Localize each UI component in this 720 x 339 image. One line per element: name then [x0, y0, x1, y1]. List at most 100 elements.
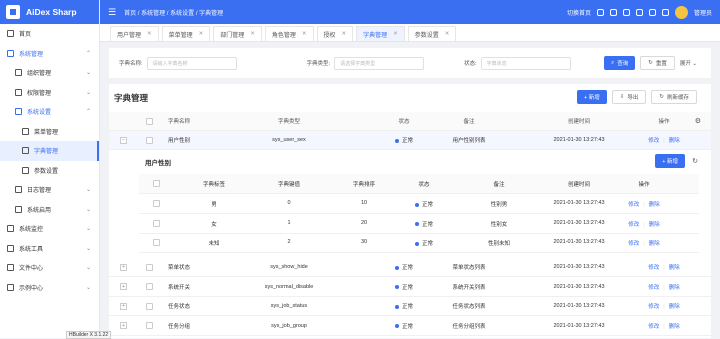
theme-icon[interactable] [635, 8, 643, 16]
table-row: 字典名称 字典类型 状态 备注 创建时间 操作 ⚙ [109, 112, 711, 131]
sidebar-item[interactable]: 系统管理 ⌃ [0, 44, 99, 64]
tool-icon [7, 244, 14, 252]
breadcrumb-item[interactable]: 系统管理 [141, 11, 165, 17]
expand-label: 展开 [679, 61, 691, 67]
close-icon[interactable]: ✕ [302, 31, 307, 37]
select-all-checkbox[interactable] [146, 117, 153, 125]
close-icon[interactable]: ✕ [445, 31, 450, 37]
sidebar-item-label: 日志管理 [27, 188, 52, 195]
logo-icon [6, 5, 20, 19]
sidebar-item[interactable]: 文件中心 ⌄ [0, 258, 99, 278]
delete-link[interactable]: 删除 [669, 138, 680, 144]
bell-icon[interactable] [648, 8, 656, 16]
remark: 性别男 [490, 202, 508, 208]
export-icon: ⇩ [619, 94, 625, 100]
close-icon[interactable]: ✕ [393, 31, 398, 37]
dict-card: 字典管理 + 新增 ⇩ 导出 ↻ 刷新缓存 字典名称 字典类型 状态 备注 创建时间 操作 ⚙ −… [109, 84, 711, 338]
row-checkbox[interactable] [153, 180, 160, 187]
sidebar-item[interactable]: 菜单管理 [0, 122, 99, 142]
monitor-icon [7, 225, 14, 233]
edit-link[interactable]: 修改 [628, 222, 639, 228]
expand-icon[interactable]: + [120, 322, 127, 329]
row-checkbox[interactable] [146, 136, 153, 144]
sidebar-item[interactable]: 系统设置 ⌃ [0, 102, 99, 122]
sidebar-item[interactable]: 日志管理 ⌄ [0, 180, 99, 200]
export-button[interactable]: ⇩ 导出 [611, 90, 647, 104]
edit-link[interactable]: 修改 [628, 241, 639, 247]
nested-add-button[interactable]: + 新增 [655, 154, 685, 168]
info-icon[interactable] [661, 8, 669, 16]
dict-name-input[interactable]: 请输入字典名称 [146, 56, 237, 70]
breadcrumb-item[interactable]: 系统设置 [170, 11, 194, 17]
delete-link[interactable]: 删除 [649, 241, 660, 247]
avatar[interactable] [674, 5, 688, 19]
sample-icon [7, 283, 14, 291]
export-label: 导出 [627, 95, 639, 101]
status-text: 正常 [421, 202, 433, 208]
close-icon[interactable]: ✕ [342, 31, 347, 37]
chevron-icon: ⌄ [85, 89, 91, 96]
close-icon[interactable]: ✕ [250, 31, 255, 37]
expand-icon[interactable]: + [120, 263, 127, 271]
column-header: 备注 [493, 182, 505, 188]
tab-item[interactable]: 用户管理 ✕ [110, 26, 159, 41]
delete-link[interactable]: 删除 [649, 202, 660, 208]
status-dot-icon [414, 202, 419, 207]
search-icon[interactable] [609, 8, 617, 16]
reset-label: 重置 [655, 61, 667, 67]
add-button[interactable]: + 新增 [577, 90, 607, 104]
nested-row: 未知 2 30 正常 性别未知 2021-01-30 13:27:43 修改 | 删除 [139, 233, 699, 253]
expand-toggle[interactable]: 展开 ⌄ [680, 59, 697, 67]
home-icon[interactable] [596, 8, 604, 16]
menu-toggle-icon[interactable]: ☰ [108, 7, 116, 18]
sidebar-item[interactable]: 系统工具 ⌄ [0, 239, 99, 259]
column-header: 字典名称 [167, 119, 190, 125]
breadcrumb: 首页 / 系统管理 / 系统设置 / 字典管理 [124, 10, 224, 17]
sidebar-item[interactable]: 参数设置 [0, 161, 99, 181]
dict-type-select[interactable]: 请选择字典类型 [334, 56, 425, 70]
sidebar-item-label: 权限管理 [27, 90, 52, 97]
tab-item[interactable]: 授权 ✕ [316, 26, 354, 41]
settings-icon[interactable]: ⚙ [695, 117, 701, 125]
workspace-switch[interactable]: 切换首页 [567, 8, 591, 17]
sidebar-item[interactable]: 权限管理 ⌄ [0, 83, 99, 103]
breadcrumb-item[interactable]: 首页 [124, 11, 136, 17]
sidebar-item-label: 系统监控 [19, 227, 44, 234]
status-select[interactable]: 字典状态 [480, 56, 571, 70]
sidebar-item[interactable]: 示例中心 ⌄ [0, 278, 99, 298]
sidebar-item[interactable]: 组织管理 ⌄ [0, 63, 99, 83]
refresh-cache-button[interactable]: ↻ 刷新缓存 [651, 90, 697, 104]
search-button[interactable]: ⌕ 查询 [604, 56, 636, 70]
edit-link[interactable]: 修改 [648, 138, 659, 144]
close-icon[interactable]: ✕ [199, 31, 204, 37]
row-checkbox[interactable] [153, 200, 160, 207]
dict-sort: 10 [360, 200, 368, 206]
tab-item[interactable]: 字典管理 ✕ [356, 26, 405, 41]
delete-link[interactable]: 删除 [649, 222, 660, 228]
expand-icon[interactable]: + [120, 283, 127, 290]
tab-item[interactable]: 菜单管理 ✕ [161, 26, 211, 41]
tab-item[interactable]: 角色管理 ✕ [264, 26, 314, 41]
tab-item[interactable]: 部门管理 ✕ [213, 26, 262, 41]
tab-item[interactable]: 参数设置 ✕ [407, 26, 457, 41]
column-header: 字典标签 [202, 182, 225, 188]
refresh-icon[interactable]: ↻ [692, 157, 698, 165]
status-badge: 正常 [379, 136, 429, 144]
nested-row: 男 0 10 正常 性别男 2021-01-30 13:27:43 修改 | 删除 [139, 194, 699, 214]
reset-button[interactable]: ↻ 重置 [640, 56, 675, 70]
expand-icon[interactable]: − [120, 136, 127, 144]
sidebar-item[interactable]: 系统启用 ⌄ [0, 200, 99, 220]
edit-link[interactable]: 修改 [628, 202, 639, 208]
close-icon[interactable]: ✕ [147, 31, 152, 37]
fullscreen-icon[interactable] [622, 8, 630, 16]
user-name[interactable]: 管理员 [694, 8, 712, 17]
sidebar-item[interactable]: 字典管理 [0, 141, 99, 161]
row-checkbox[interactable] [153, 219, 160, 227]
sidebar-item[interactable]: 系统监控 ⌄ [0, 219, 99, 239]
row-checkbox[interactable] [153, 239, 160, 246]
status-dot-icon [394, 138, 399, 143]
book-icon [22, 147, 29, 155]
sidebar-item[interactable]: 首页 [0, 24, 99, 44]
actions: 修改 | 删除 [644, 136, 684, 144]
expand-icon[interactable]: + [120, 302, 127, 310]
